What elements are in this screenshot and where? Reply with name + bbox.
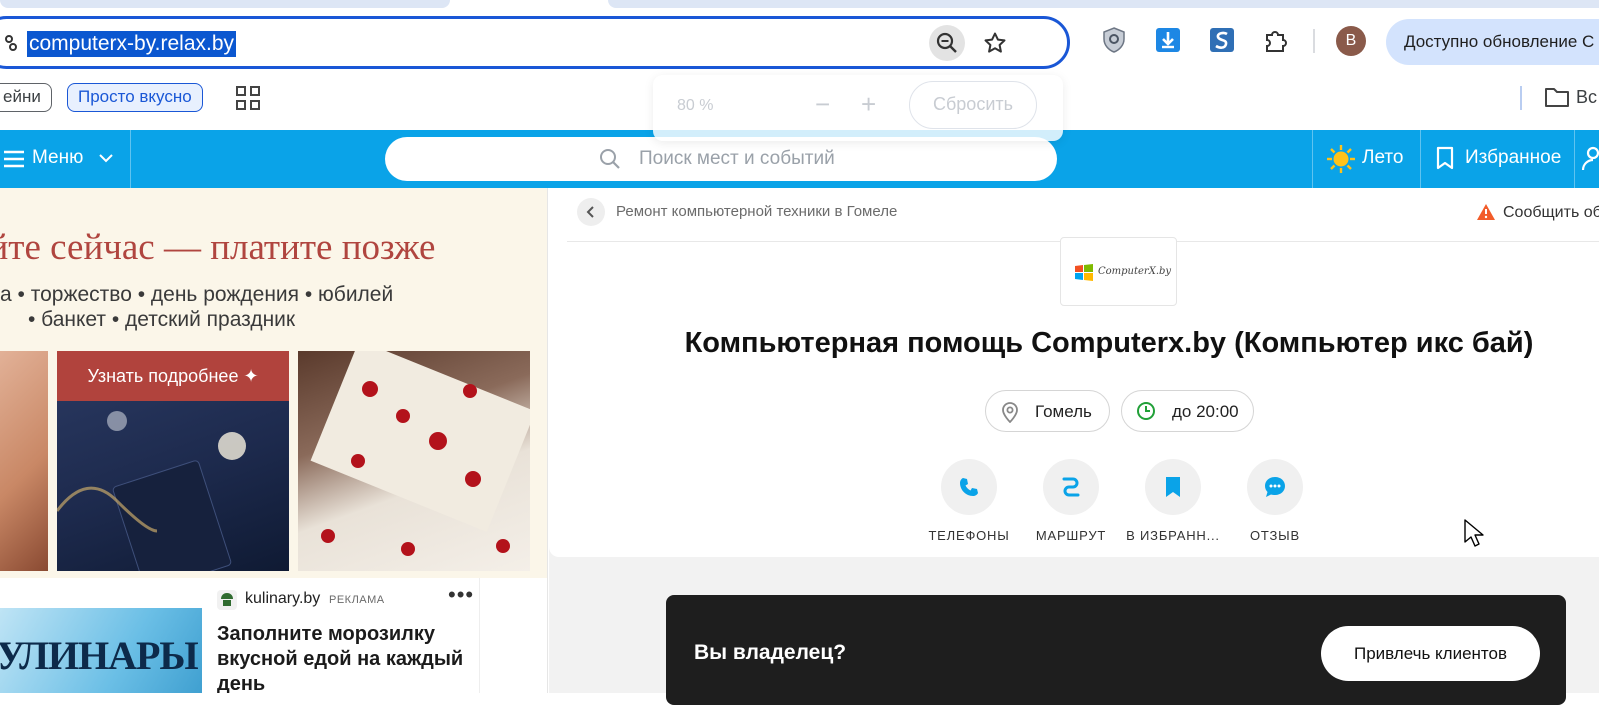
review-label: ОТЗЫВ [1250,528,1300,543]
learn-more-button[interactable]: Узнать подробнее ✦ [57,351,289,401]
left-ad-column: уйте сейчас — платите позже а • торжеств… [0,188,548,693]
chevron-down-icon [98,152,114,164]
download-icon[interactable] [1153,25,1183,55]
chat-icon[interactable] [1247,459,1303,515]
search-placeholder: Поиск мест и событий [639,148,835,169]
hours-chip[interactable]: до 20:00 [1121,390,1254,432]
avatar[interactable]: B [1336,26,1366,56]
zoom-out-icon[interactable] [929,25,965,61]
user-icon[interactable] [1581,146,1599,172]
phones-label: ТЕЛЕФОНЫ [928,528,1010,543]
bookmark-chip-prosto-vkusno[interactable]: Просто вкусно [67,83,203,112]
zoom-popup: 80 % − + Сбросить [653,75,1063,141]
phones-action[interactable]: ТЕЛЕФОНЫ [914,459,1024,549]
logo-text: ComputerX.by [1098,266,1172,277]
owner-question: Вы владелец? [694,641,847,664]
ad-title[interactable]: Заполните морозилку вкусной едой на кажд… [217,622,477,693]
attract-clients-button[interactable]: Привлечь клиентов [1321,626,1540,681]
owner-banner: Вы владелец? Привлечь клиентов [666,595,1566,705]
menu-label: Меню [32,147,84,168]
location-pin-icon [1000,401,1020,423]
business-card: Ремонт компьютерной техники в Гомеле Соо… [549,188,1599,557]
tune-icon[interactable] [5,33,19,53]
bookmarks-divider [1520,86,1522,110]
kulinary-logo-icon [217,590,237,610]
zoom-plus-button[interactable]: + [861,89,876,120]
season-label[interactable]: Лето [1362,147,1403,169]
warning-icon[interactable] [1476,203,1496,221]
review-action[interactable]: ОТЗЫВ [1220,459,1330,549]
url-text[interactable]: computerx-by.relax.by [27,31,237,57]
menu-button[interactable]: Меню [0,130,131,188]
s-app-icon[interactable] [1207,25,1237,55]
banner-headline: уйте сейчас — платите позже [0,227,436,268]
tab-strip [0,0,1599,10]
route-icon[interactable] [1043,459,1099,515]
favorite-action[interactable]: В ИЗБРАНН... [1118,459,1228,549]
sun-icon[interactable] [1326,144,1356,174]
zoom-reset-button[interactable]: Сбросить [909,81,1037,129]
folder-icon[interactable] [1544,85,1570,109]
banner-subline: а • торжество • день рождения • юбилей [0,283,394,306]
zoom-minus-button[interactable]: − [815,89,830,120]
search-input[interactable]: Поиск мест и событий [385,137,1057,181]
tab-inactive[interactable] [0,0,450,8]
phone-icon[interactable] [941,459,997,515]
bookmark-outline-icon[interactable] [1436,146,1454,170]
ad-card[interactable]: УЛИНАРЫ kulinary.by РЕКЛАМА ••• Заполнит… [0,578,480,693]
clock-icon [1136,401,1156,421]
bookmark-chip[interactable]: ейни [0,83,52,112]
route-action[interactable]: МАРШРУТ [1016,459,1126,549]
city-label: Гомель [1035,402,1092,421]
banner-subline: • банкет • детский праздник [28,308,296,331]
business-logo: ComputerX.by [1060,237,1177,306]
hours-label: до 20:00 [1172,402,1239,421]
page-title: Компьютерная помощь Computerx.by (Компью… [684,327,1534,359]
back-icon[interactable] [577,198,605,226]
ad-source[interactable]: kulinary.by [245,590,320,608]
tab-inactive[interactable] [608,0,1599,8]
bookmark-folder-label[interactable]: Вс [1576,87,1597,108]
route-label: МАРШРУТ [1035,528,1107,543]
main-content: Ремонт компьютерной техники в Гомеле Соо… [549,188,1599,705]
shield-icon[interactable] [1099,25,1129,55]
puzzle-icon[interactable] [1261,25,1291,55]
banner-photo-person [0,351,48,571]
bookmark-icon[interactable] [1145,459,1201,515]
favorites-label[interactable]: Избранное [1465,147,1561,169]
star-icon[interactable] [977,25,1013,61]
banner-photo-cake [298,351,530,571]
favorite-label: В ИЗБРАНН... [1126,528,1220,543]
toolbar-divider [1313,29,1315,53]
ad-tag: РЕКЛАМА [329,594,385,606]
breadcrumb[interactable]: Ремонт компьютерной техники в Гомеле [616,203,897,220]
apps-grid-icon[interactable] [236,86,260,110]
update-button[interactable]: Доступно обновление C [1386,19,1599,65]
more-options-icon[interactable]: ••• [448,582,474,608]
ad-card-image-text: УЛИНАРЫ [0,633,199,678]
header-divider [1420,130,1421,188]
windows-flag-icon [1074,263,1094,281]
zoom-percent: 80 % [677,97,714,114]
header-divider [1312,130,1313,188]
ad-card-image: УЛИНАРЫ [0,608,202,693]
search-icon [599,148,621,170]
report-link[interactable]: Сообщить об [1503,204,1599,222]
hamburger-icon [4,150,24,168]
header-divider [1574,130,1575,188]
mouse-cursor-icon [1464,519,1484,547]
address-bar[interactable]: computerx-by.relax.by [0,16,1070,69]
ad-banner[interactable]: уйте сейчас — платите позже а • торжеств… [0,188,547,578]
city-chip[interactable]: Гомель [985,390,1110,432]
